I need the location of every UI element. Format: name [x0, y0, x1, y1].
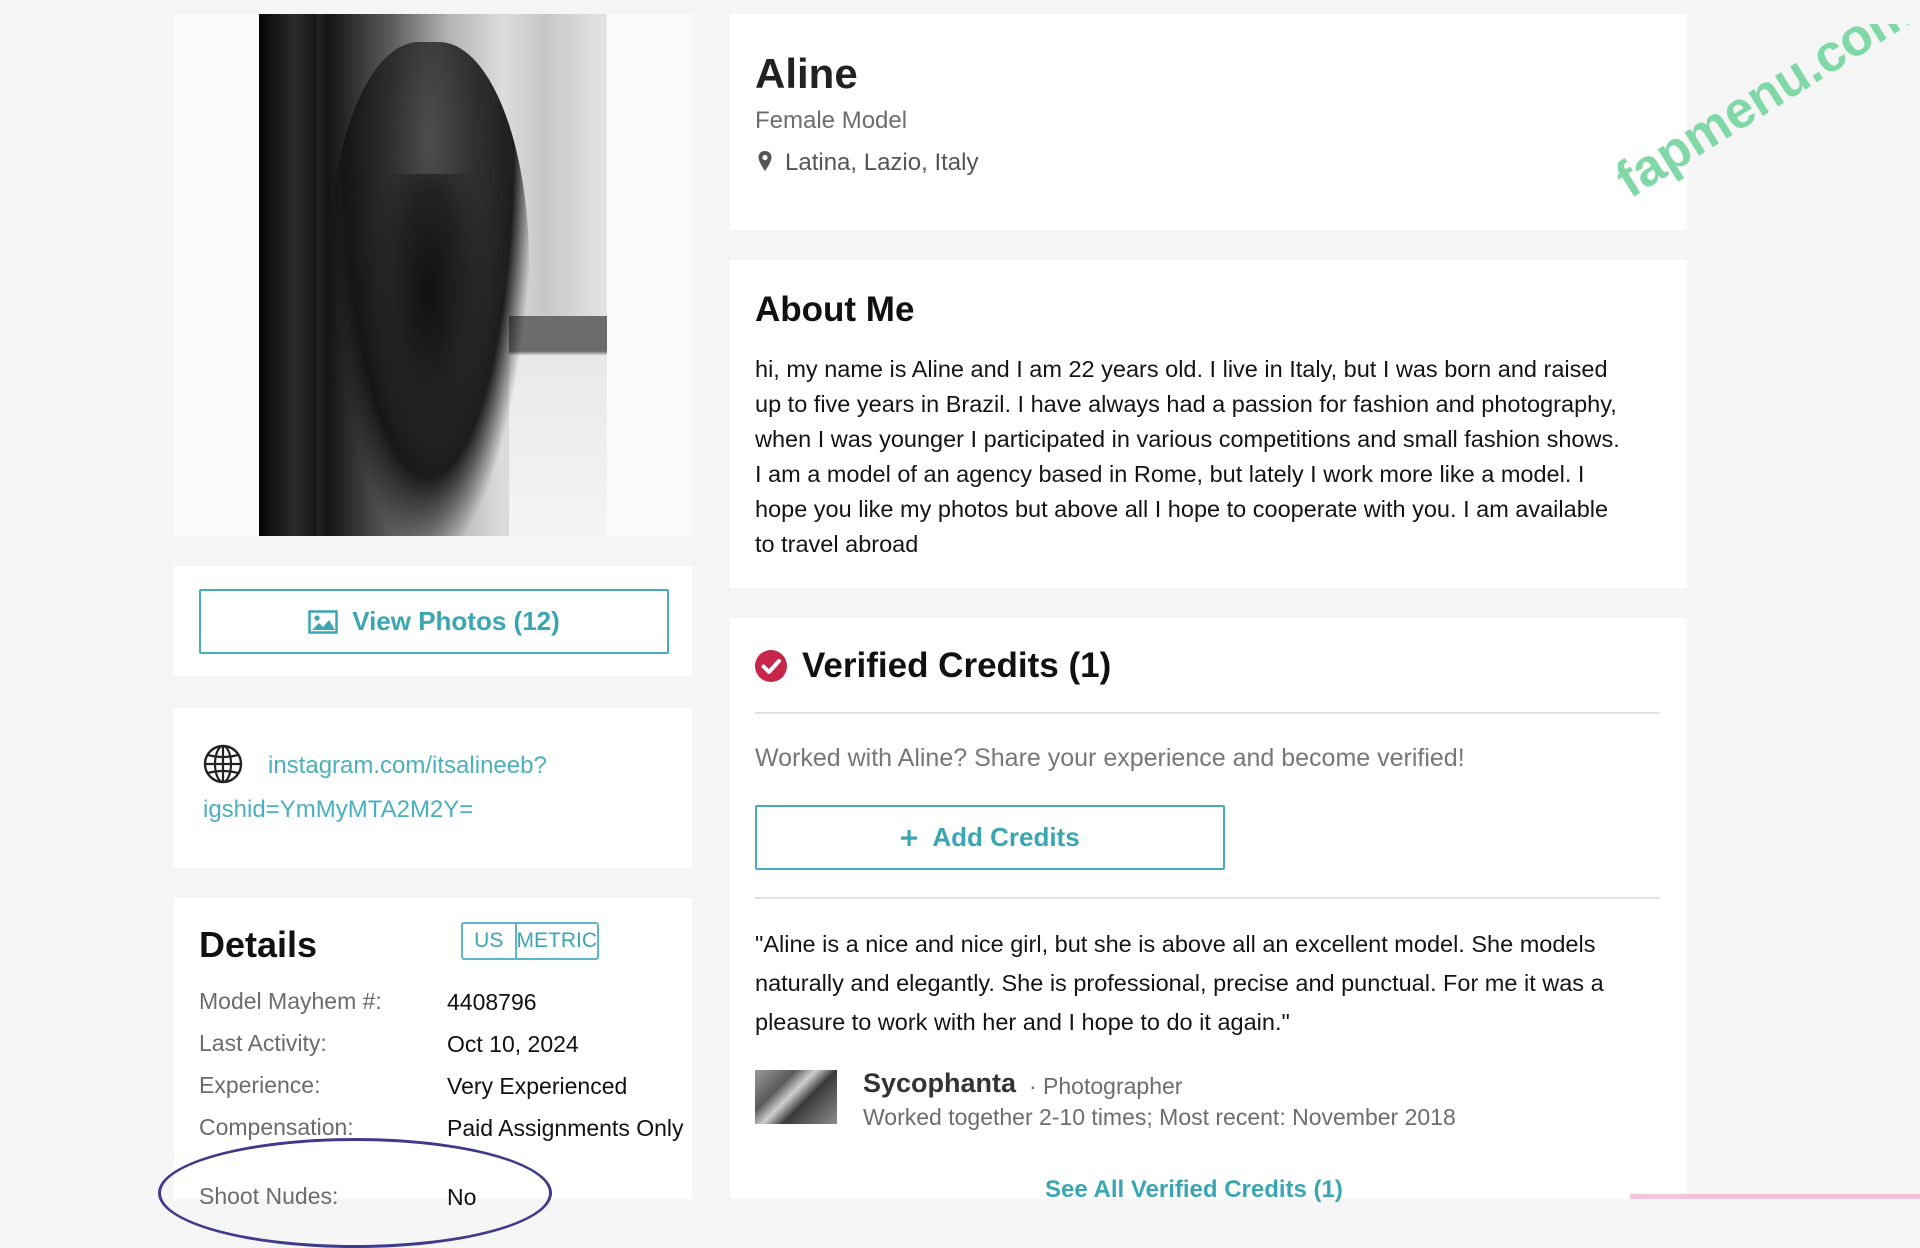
unit-toggle: US METRIC — [461, 922, 599, 960]
details-heading: Details — [199, 924, 318, 965]
about-line: hi, my name is Aline and I am 22 years o… — [755, 356, 1608, 382]
detail-label: Compensation: — [199, 1114, 354, 1140]
credit-avatar[interactable] — [755, 1070, 837, 1124]
profile-name: Aline — [755, 50, 858, 97]
credit-author-role: · Photographer — [1029, 1073, 1183, 1099]
instagram-link-continued[interactable]: igshid=YmMyMTA2M2Y= — [203, 796, 473, 824]
quote-line: naturally and elegantly. She is professi… — [755, 970, 1604, 996]
detail-value: 4408796 — [447, 989, 537, 1015]
watermark-text: fapmenu.com — [1618, 24, 1920, 209]
decorative-strip — [1630, 1194, 1920, 1199]
view-photos-label: View Photos (12) — [352, 606, 560, 636]
credit-details: Worked together 2-10 times; Most recent:… — [863, 1104, 1456, 1130]
credits-prompt: Worked with Aline? Share your experience… — [755, 744, 1465, 772]
plus-icon — [901, 829, 918, 846]
detail-label: Experience: — [199, 1072, 321, 1098]
about-line: to travel abroad — [755, 531, 919, 557]
profile-photo[interactable] — [259, 14, 607, 536]
unit-us-button[interactable]: US — [463, 924, 515, 958]
credit-quote: "Aline is a nice and nice girl, but she … — [755, 925, 1604, 1042]
add-credits-label: Add Credits — [932, 822, 1080, 852]
add-credits-button[interactable]: Add Credits — [755, 805, 1225, 870]
profile-location: Latina, Lazio, Italy — [785, 149, 979, 176]
instagram-link[interactable]: instagram.com/itsalineeb? — [268, 752, 547, 780]
quote-line: "Aline is a nice and nice girl, but she … — [755, 931, 1596, 957]
details-card: Details US METRIC Model Mayhem #: 440879… — [174, 898, 692, 1210]
about-line: when I was younger I participated in var… — [755, 426, 1620, 452]
divider — [755, 897, 1660, 899]
photo-pillar — [259, 14, 317, 536]
divider — [755, 712, 1660, 714]
verified-credits-card: Verified Credits (1) Worked with Aline? … — [730, 618, 1687, 1203]
location-pin-icon — [758, 151, 772, 171]
detail-value: Very Experienced — [447, 1073, 628, 1099]
detail-label: Shoot Nudes: — [199, 1183, 339, 1209]
photo-figure-detail — [369, 174, 489, 474]
links-card: instagram.com/itsalineeb? igshid=YmMyMTA… — [174, 708, 692, 868]
about-line: hope you like my photos but above all I … — [755, 496, 1609, 522]
see-all-credits-link[interactable]: See All Verified Credits (1) — [1045, 1176, 1343, 1204]
detail-label: Last Activity: — [199, 1030, 327, 1056]
profile-type: Female Model — [755, 107, 908, 134]
image-icon — [308, 609, 338, 634]
about-card: About Me hi, my name is Aline and I am 2… — [730, 260, 1687, 588]
detail-label: Model Mayhem #: — [199, 988, 382, 1014]
verified-credits-heading: Verified Credits (1) — [802, 646, 1112, 685]
watermark-logo: fapmenu.com — [1618, 24, 1920, 209]
view-photos-card: View Photos (12) — [174, 566, 692, 676]
view-photos-button[interactable]: View Photos (12) — [199, 589, 669, 654]
detail-value: Paid Assignments Only — [447, 1115, 684, 1141]
unit-metric-button[interactable]: METRIC — [514, 924, 597, 958]
profile-header-card: Aline Female Model Latina, Lazio, Italy — [730, 14, 1687, 230]
quote-line: pleasure to work with her and I hope to … — [755, 1009, 1290, 1035]
globe-icon — [203, 744, 243, 784]
about-line: I am a model of an agency based in Rome,… — [755, 461, 1585, 487]
about-line: up to five years in Brazil. I have alway… — [755, 391, 1617, 417]
credit-author-link[interactable]: Sycophanta — [863, 1068, 1016, 1099]
detail-value: Oct 10, 2024 — [447, 1031, 579, 1057]
detail-value: No — [447, 1184, 477, 1210]
profile-photo-card — [174, 14, 692, 536]
about-heading: About Me — [755, 290, 915, 329]
verified-check-icon — [755, 650, 787, 682]
about-text: hi, my name is Aline and I am 22 years o… — [755, 352, 1620, 562]
